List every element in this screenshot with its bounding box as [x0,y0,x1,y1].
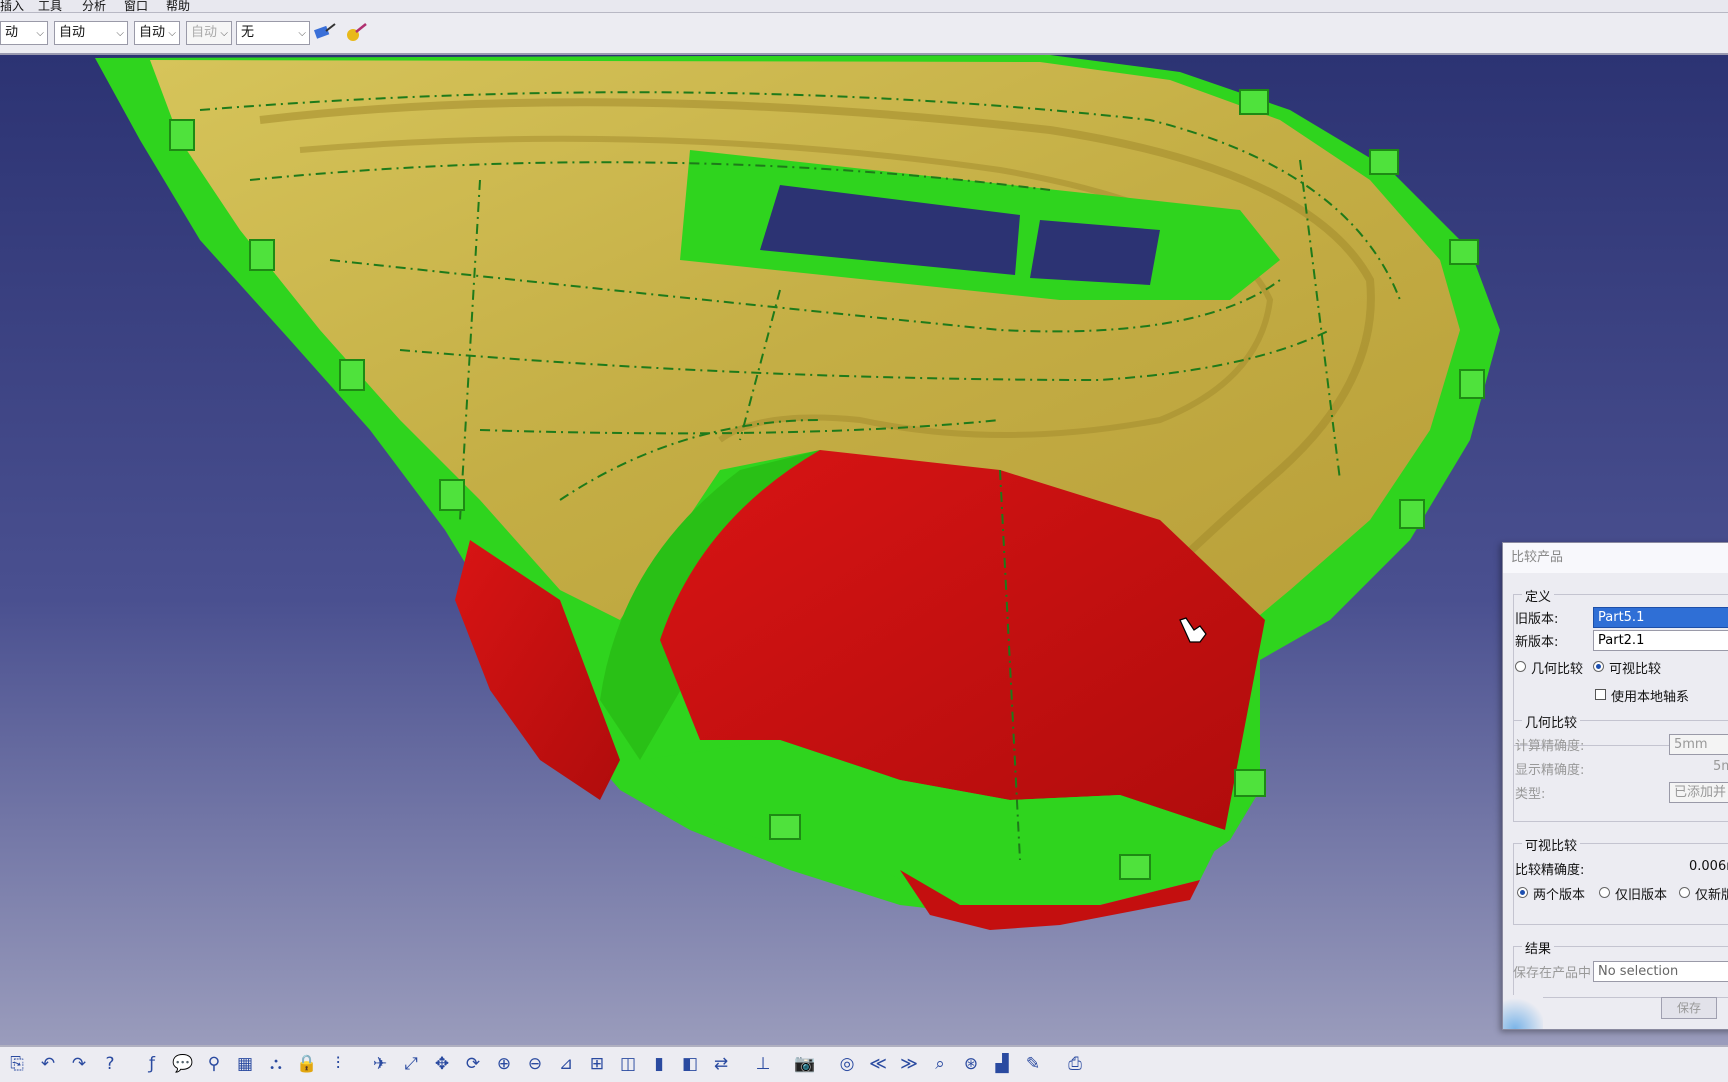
3d-viewport[interactable] [0,55,1728,1045]
rotate-icon[interactable]: ⟳ [460,1051,486,1077]
old-only-label: 仅旧版本 [1615,888,1668,903]
whats-this-icon[interactable]: ? [97,1051,123,1077]
mode-select-1[interactable]: 动 ⌵ [0,21,48,45]
old-version-label: 旧版本: [1515,612,1559,627]
geometric-compare-radio[interactable] [1515,661,1526,672]
new-only-label: 仅新版 [1695,888,1728,903]
menu-window[interactable]: 窗口 [124,0,148,14]
rewind-icon[interactable]: ≪ [865,1051,891,1077]
definition-group-label: 定义 [1522,586,1555,605]
iso-view-icon[interactable]: ◫ [615,1051,641,1077]
new-version-field[interactable]: Part2.1 [1593,630,1728,651]
use-local-axis-checkbox[interactable] [1595,689,1606,700]
old-only-radio[interactable] [1599,887,1610,898]
mode-select-5[interactable]: 无 ⌵ [236,21,310,45]
mode-select-5-value: 无 [241,25,255,40]
chart-icon[interactable]: ▟ [989,1051,1015,1077]
shading-icon[interactable]: ▮ [646,1051,672,1077]
pan-icon[interactable]: ✥ [429,1051,455,1077]
compare-precision-value: 0.006m [1689,859,1728,874]
display-precision-value: 5m [1713,759,1728,774]
camera-icon[interactable]: 📷 [792,1051,818,1077]
compute-precision-field[interactable]: 5mm [1669,734,1728,755]
mode-select-2[interactable]: 自动 ⌵ [54,21,128,45]
chevron-down-icon: ⌵ [36,28,44,39]
new-only-radio[interactable] [1679,887,1690,898]
both-versions-label: 两个版本 [1533,888,1586,903]
save-in-product-label: 保存在产品中 [1513,966,1592,981]
redo-icon[interactable]: ↷ [66,1051,92,1077]
old-version-field[interactable]: Part5.1 [1593,607,1728,628]
target-icon[interactable]: ◎ [834,1051,860,1077]
top-toolbar: 动 ⌵ 自动 ⌵ 自动 ⌵ 自动 ⌵ 无 ⌵ [0,13,1728,55]
paint-apply-icon[interactable] [344,20,370,46]
dialog-title: 比较产品 [1503,543,1728,573]
formula-icon[interactable]: ƒ [139,1051,165,1077]
geometric-group-label: 几何比较 [1522,712,1581,731]
lock-icon[interactable]: 🔒 [294,1051,320,1077]
print-icon[interactable]: ⎙ [1062,1051,1088,1077]
chevron-down-icon: ⌵ [298,28,306,39]
both-versions-radio[interactable] [1517,887,1528,898]
visual-compare-radio[interactable] [1593,661,1604,672]
split-icon[interactable]: ⫶ [325,1051,351,1077]
fly-icon[interactable]: ✈ [367,1051,393,1077]
chevron-down-icon: ⌵ [168,28,176,39]
use-local-axis-label: 使用本地轴系 [1611,690,1690,705]
save-button[interactable]: 保存 [1661,997,1717,1019]
tree-icon[interactable]: ⛬ [263,1051,289,1077]
mode-select-4-value: 自动 [191,25,218,40]
menu-bar: 插入 工具 分析 窗口 帮助 [0,0,1728,13]
zoom-in-icon[interactable]: ⊕ [491,1051,517,1077]
undo-icon[interactable]: ↶ [35,1051,61,1077]
table-icon[interactable]: ▦ [232,1051,258,1077]
multi-view-icon[interactable]: ⊞ [584,1051,610,1077]
window-opening-2 [1030,220,1160,285]
chevron-down-icon: ⌵ [116,28,124,39]
display-precision-label: 显示精确度: [1515,763,1585,778]
compare-precision-label: 比较精确度: [1515,863,1585,878]
menu-tools[interactable]: 工具 [38,0,62,14]
dialog-watermark [1503,995,1543,1029]
menu-help[interactable]: 帮助 [166,0,190,14]
menu-insert[interactable]: 插入 [0,0,24,14]
hide-icon[interactable]: ◧ [677,1051,703,1077]
mode-select-2-value: 自动 [59,25,86,40]
part-comparison-model [95,55,1500,930]
magnify-icon[interactable]: ⌕ [927,1051,953,1077]
type-select[interactable]: 已添加并 [1669,782,1728,803]
measure-icon[interactable]: ⊥ [750,1051,776,1077]
normal-view-icon[interactable]: ⊿ [553,1051,579,1077]
zoom-out-icon[interactable]: ⊖ [522,1051,548,1077]
mode-select-4[interactable]: 自动 ⌵ [186,21,232,45]
result-group-label: 结果 [1522,938,1555,957]
paint-brush-icon[interactable] [312,20,338,46]
geometric-compare-label: 几何比较 [1531,662,1584,677]
swap-icon[interactable]: ⇄ [708,1051,734,1077]
paint-icon[interactable]: ✎ [1020,1051,1046,1077]
visual-group-label: 可视比较 [1522,835,1581,854]
mode-select-3-value: 自动 [139,25,166,40]
type-label: 类型: [1515,787,1546,802]
compare-product-dialog: 比较产品 定义 旧版本: Part5.1 新版本: Part2.1 几何比较 可… [1502,542,1728,1030]
globe-icon[interactable]: ⊛ [958,1051,984,1077]
chevron-down-icon: ⌵ [220,28,228,39]
visual-compare-label: 可视比较 [1609,662,1662,677]
menu-analysis[interactable]: 分析 [82,0,106,14]
bottom-toolbar: ⎘ ↶ ↷? ƒ 💬 ⚲ ▦ ⛬ 🔒 ⫶ ✈ ⤢ ✥ ⟳ ⊕ ⊖ ⊿ ⊞ ◫ ▮ ◧ ⇄ ⊥ 📷 ◎ ≪ ≫ ⌕ ⊛ ▟ ✎ ⎙ [0,1045,1728,1082]
compute-precision-label: 计算精确度: [1515,739,1585,754]
pin-icon[interactable]: ⚲ [201,1051,227,1077]
fit-all-icon[interactable]: ⤢ [398,1051,424,1077]
new-version-label: 新版本: [1515,635,1559,650]
comment-icon[interactable]: 💬 [170,1051,196,1077]
forward-icon[interactable]: ≫ [896,1051,922,1077]
save-in-product-field[interactable]: No selection [1593,961,1728,982]
mode-select-3[interactable]: 自动 ⌵ [134,21,180,45]
mode-select-1-value: 动 [5,25,19,40]
copy-icon[interactable]: ⎘ [4,1051,30,1077]
